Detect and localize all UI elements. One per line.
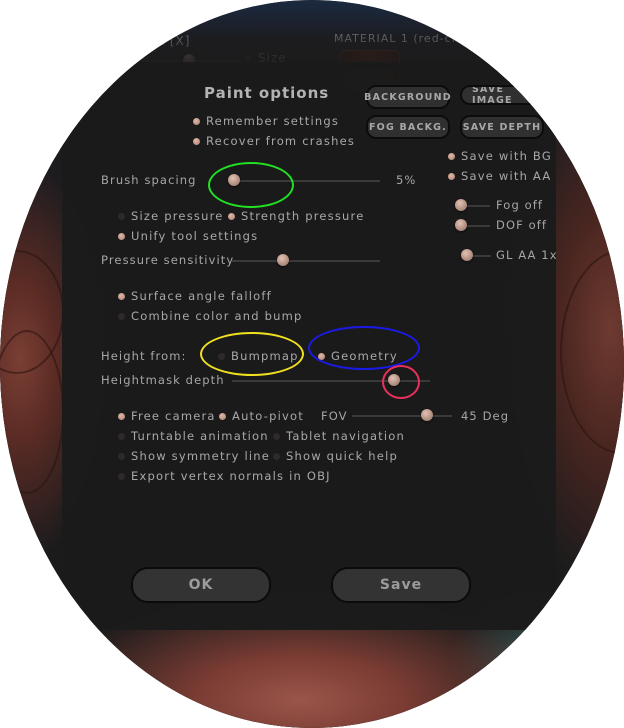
brush-spacing-slider-knob[interactable] <box>228 174 240 186</box>
checkbox-show-quick-help[interactable]: Show quick help <box>273 449 398 463</box>
brush-spacing-value: 5% <box>396 173 417 187</box>
fov-label: FOV <box>321 409 348 423</box>
checkbox-dot <box>118 432 125 440</box>
pressure-sensitivity-slider-knob[interactable] <box>277 254 289 266</box>
checkbox-dot <box>273 432 280 440</box>
checkbox-unify-tool-settings[interactable]: Unify tool settings <box>118 229 258 243</box>
dof-slider-knob[interactable] <box>455 219 467 231</box>
save-button[interactable]: Save <box>331 567 471 603</box>
checkbox-recover-from-crashes[interactable]: Recover from crashes <box>193 134 355 148</box>
heightmask-depth-slider-track[interactable] <box>232 380 430 382</box>
save-image-button[interactable]: SAVE IMAGE <box>460 85 550 105</box>
checkbox-dot <box>273 452 280 460</box>
checkbox-tablet-navigation[interactable]: Tablet navigation <box>273 429 405 443</box>
checkbox-dot <box>118 472 125 480</box>
checkbox-export-vertex-normals[interactable]: Export vertex normals in OBJ <box>118 469 331 483</box>
checkbox-dot <box>118 232 125 240</box>
brush-spacing-slider-track[interactable] <box>234 180 380 182</box>
checkbox-dot <box>228 212 235 220</box>
checkbox-dot <box>118 312 125 320</box>
heightmask-depth-label: Heightmask depth <box>101 373 225 387</box>
fov-value: 45 Deg <box>461 409 510 423</box>
radio-geometry[interactable]: Geometry <box>318 349 398 363</box>
checkbox-dot <box>118 412 125 420</box>
gl-aa-slider-knob[interactable] <box>461 249 473 261</box>
height-from-label: Height from: <box>101 349 187 363</box>
checkbox-dot <box>219 412 226 420</box>
brush-spacing-label: Brush spacing <box>101 173 197 187</box>
checkbox-dot <box>118 292 125 300</box>
dof-label: DOF off <box>496 218 548 232</box>
background-button[interactable]: BACKGROUND <box>364 85 451 109</box>
ok-button[interactable]: OK <box>131 567 271 603</box>
checkbox-show-symmetry-line[interactable]: Show symmetry line <box>118 449 270 463</box>
fov-slider-knob[interactable] <box>421 409 433 421</box>
checkbox-size-pressure[interactable]: Size pressure <box>118 209 224 223</box>
checkbox-dot <box>118 212 125 220</box>
checkbox-free-camera[interactable]: Free camera <box>118 409 216 423</box>
checkbox-dot <box>448 152 455 160</box>
radio-bumpmap[interactable]: Bumpmap <box>218 349 299 363</box>
save-depth-button[interactable]: SAVE DEPTH <box>460 115 544 139</box>
radio-dot <box>218 352 225 360</box>
checkbox-dot <box>193 117 200 125</box>
pressure-sensitivity-label: Pressure sensitivity <box>101 253 235 267</box>
gl-aa-label: GL AA 1x <box>496 248 558 262</box>
checkbox-turntable-animation[interactable]: Turntable animation <box>118 429 269 443</box>
fov-slider-track[interactable] <box>352 415 452 417</box>
radio-dot <box>318 352 325 360</box>
fog-slider-knob[interactable] <box>455 199 467 211</box>
heightmask-depth-slider-knob[interactable] <box>388 374 400 386</box>
checkbox-save-with-aa[interactable]: Save with AA <box>448 169 551 183</box>
checkbox-dot <box>193 137 200 145</box>
checkbox-dot <box>448 172 455 180</box>
viewport: ert [X] Size MATERIAL 1 (red-clay Paint … <box>0 0 624 728</box>
checkbox-strength-pressure[interactable]: Strength pressure <box>228 209 364 223</box>
checkbox-combine-color-and-bump[interactable]: Combine color and bump <box>118 309 303 323</box>
checkbox-save-with-bg[interactable]: Save with BG <box>448 149 552 163</box>
checkbox-remember-settings[interactable]: Remember settings <box>193 114 339 128</box>
fog-label: Fog off <box>496 198 544 212</box>
checkbox-dot <box>118 452 125 460</box>
pressure-sensitivity-slider-track[interactable] <box>232 260 380 262</box>
checkbox-surface-angle-falloff[interactable]: Surface angle falloff <box>118 289 272 303</box>
dialog-title: Paint options <box>204 84 330 102</box>
checkbox-auto-pivot[interactable]: Auto-pivot <box>219 409 304 423</box>
fog-background-button[interactable]: FOG BACKG. <box>366 115 450 139</box>
